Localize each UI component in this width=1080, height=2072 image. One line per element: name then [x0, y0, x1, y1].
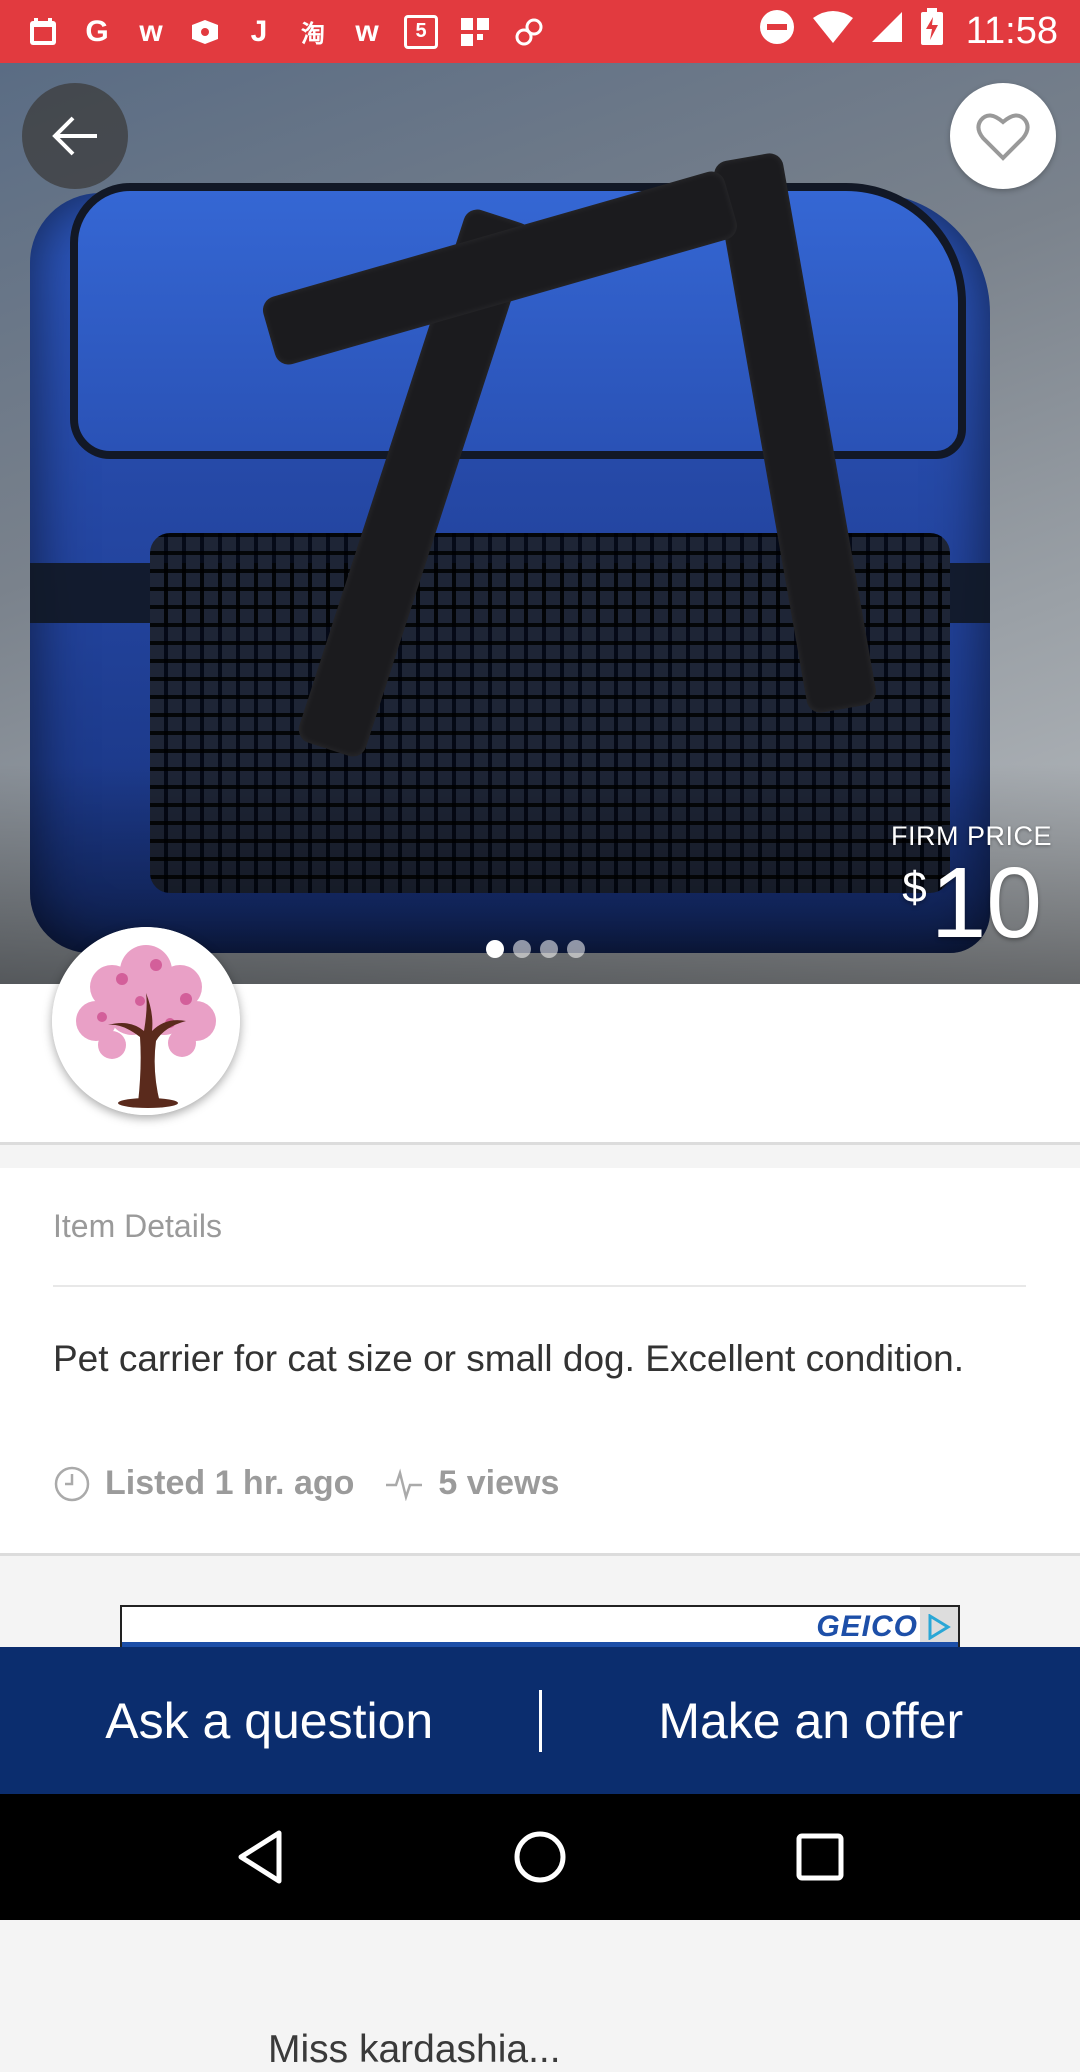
system-nav-bar	[0, 1794, 1080, 1920]
action-bar: Ask a question Make an offer	[0, 1647, 1080, 1794]
adchoices-icon[interactable]	[920, 1607, 958, 1647]
clock-icon	[53, 1465, 91, 1503]
google-icon: G	[80, 15, 114, 49]
activity-icon	[384, 1467, 424, 1501]
calendar-icon	[26, 15, 60, 49]
seller-name[interactable]: Miss kardashia...	[268, 2028, 561, 2072]
grid-app-icon	[458, 15, 492, 49]
listing-photo[interactable]: FIRM PRICE $ 10	[0, 63, 1080, 984]
price-amount: 10	[931, 853, 1042, 953]
recents-square-icon	[795, 1832, 845, 1882]
ticket-icon	[188, 15, 222, 49]
item-details: Item Details Pet carrier for cat size or…	[0, 1168, 1080, 1556]
home-circle-icon	[512, 1829, 568, 1885]
status-bar: G w J 淘 w 5 11:58	[0, 0, 1080, 63]
w-app-icon: w	[350, 15, 384, 49]
views-text: 5 views	[438, 1464, 559, 1503]
back-button[interactable]	[22, 83, 128, 189]
system-icons: 11:58	[758, 8, 1058, 56]
ask-question-button[interactable]: Ask a question	[0, 1647, 539, 1794]
price: $ 10	[902, 853, 1042, 953]
view-count: 5 views	[384, 1464, 559, 1503]
nav-recents-button[interactable]	[780, 1817, 860, 1897]
page-dot[interactable]	[567, 940, 585, 958]
nav-home-button[interactable]	[500, 1817, 580, 1897]
ad-banner[interactable]: GEICO	[120, 1605, 960, 1647]
image-pagination[interactable]	[486, 940, 585, 958]
notification-icons: G w J 淘 w 5	[26, 15, 758, 49]
five-app-icon: 5	[404, 15, 438, 49]
ad-brand: GEICO	[816, 1610, 918, 1644]
listed-time: Listed 1 hr. ago	[53, 1464, 354, 1503]
do-not-disturb-icon	[758, 8, 796, 56]
favorite-button[interactable]	[950, 83, 1056, 189]
signal-icon	[870, 10, 904, 54]
battery-icon	[920, 8, 944, 56]
item-description: Pet carrier for cat size or small dog. E…	[53, 1338, 964, 1380]
listing-meta: Listed 1 hr. ago 5 views	[53, 1464, 559, 1503]
listed-text: Listed 1 hr. ago	[105, 1464, 354, 1503]
j-app-icon: J	[242, 15, 276, 49]
arrow-left-icon	[47, 108, 103, 164]
wifi-icon	[812, 10, 854, 54]
page-dot-active[interactable]	[486, 940, 504, 958]
nav-back-button[interactable]	[220, 1817, 300, 1897]
make-offer-button[interactable]: Make an offer	[542, 1647, 1080, 1794]
page-dot[interactable]	[513, 940, 531, 958]
details-title: Item Details	[53, 1208, 222, 1245]
status-time: 11:58	[966, 10, 1058, 53]
price-currency: $	[902, 863, 926, 913]
heart-icon	[975, 110, 1031, 162]
page-dot[interactable]	[540, 940, 558, 958]
back-triangle-icon	[235, 1829, 285, 1885]
link-app-icon	[512, 15, 546, 49]
w-app-icon: w	[134, 15, 168, 49]
taobao-icon: 淘	[296, 15, 330, 49]
tree-avatar-icon	[52, 927, 240, 1115]
avatar[interactable]	[52, 927, 240, 1115]
divider	[53, 1285, 1026, 1287]
